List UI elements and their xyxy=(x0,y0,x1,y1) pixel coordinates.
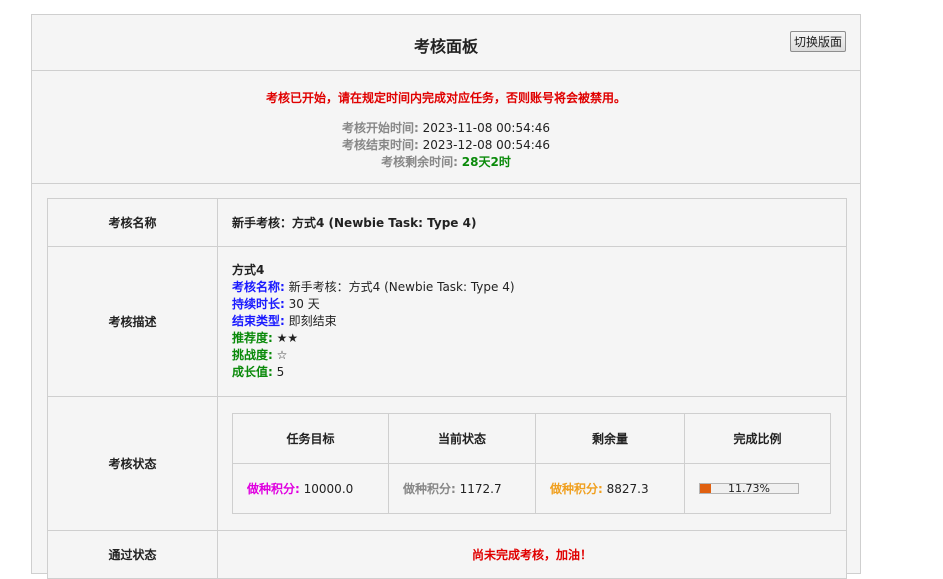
desc-end-type-value: 即刻结束 xyxy=(288,314,337,328)
panel-title: 考核面板 xyxy=(413,37,478,56)
pass-row: 通过状态 尚未完成考核，加油！ xyxy=(47,530,847,579)
status-row: 考核状态 任务目标 当前状态 剩余量 完成比例 做种积分: 10000.0 做种… xyxy=(47,396,847,531)
desc-end-type-line: 结束类型: 即刻结束 xyxy=(232,313,845,330)
assessment-info-table: 考核名称 新手考核：方式4 (Newbie Task: Type 4) 考核描述… xyxy=(47,198,847,579)
desc-name-value: 新手考核：方式4 (Newbie Task: Type 4) xyxy=(288,280,515,294)
desc-growth-value: 5 xyxy=(276,365,285,379)
remaining-cell: 做种积分: 8827.3 xyxy=(535,463,685,514)
desc-recommend-line: 推荐度: ★★ xyxy=(232,330,845,347)
description-row: 考核描述 方式4 考核名称: 新手考核：方式4 (Newbie Task: Ty… xyxy=(47,246,847,397)
remaining-value: 8827.3 xyxy=(606,482,649,496)
name-value: 新手考核：方式4 (Newbie Task: Type 4) xyxy=(232,216,477,230)
status-cell: 任务目标 当前状态 剩余量 完成比例 做种积分: 10000.0 做种积分: 1… xyxy=(217,396,847,531)
status-header-row: 任务目标 当前状态 剩余量 完成比例 xyxy=(232,413,831,464)
desc-name-line: 考核名称: 新手考核：方式4 (Newbie Task: Type 4) xyxy=(232,279,845,296)
target-label: 做种积分: xyxy=(247,482,300,496)
remaining-time-value: 28天2时 xyxy=(461,155,511,169)
desc-duration-label: 持续时长: xyxy=(232,297,285,311)
desc-duration-value: 30 天 xyxy=(288,297,320,311)
target-value: 10000.0 xyxy=(303,482,354,496)
description-key: 考核描述 xyxy=(47,246,218,397)
status-header-ratio: 完成比例 xyxy=(684,413,831,464)
status-data-row: 做种积分: 10000.0 做种积分: 1172.7 做种积分: 8827.3 xyxy=(232,463,831,514)
current-value: 1172.7 xyxy=(459,482,502,496)
remaining-time-label: 考核剩余时间: xyxy=(381,155,458,169)
progress-text: 11.73% xyxy=(728,482,770,495)
ratio-cell: 11.73% xyxy=(684,463,831,514)
status-header-current: 当前状态 xyxy=(388,413,536,464)
description-title: 方式4 xyxy=(232,263,265,277)
desc-recommend-label: 推荐度: xyxy=(232,331,273,345)
remaining-time-row: 考核剩余时间: 28天2时 xyxy=(32,153,860,170)
description-cell: 方式4 考核名称: 新手考核：方式4 (Newbie Task: Type 4)… xyxy=(217,246,847,397)
desc-name-label: 考核名称: xyxy=(232,280,285,294)
progress-bar: 11.73% xyxy=(699,482,799,495)
desc-challenge-line: 挑战度: ☆ xyxy=(232,347,845,364)
end-time-value: 2023-12-08 00:54:46 xyxy=(422,138,551,152)
end-time-row: 考核结束时间: 2023-12-08 00:54:46 xyxy=(32,136,860,153)
desc-duration-line: 持续时长: 30 天 xyxy=(232,296,845,313)
remaining-label: 做种积分: xyxy=(550,482,603,496)
name-row: 考核名称 新手考核：方式4 (Newbie Task: Type 4) xyxy=(47,198,847,247)
pass-value: 尚未完成考核，加油！ xyxy=(217,530,847,579)
desc-growth-label: 成长值: xyxy=(232,365,273,379)
warning-text: 考核已开始，请在规定时间内完成对应任务，否则账号将会被禁用。 xyxy=(265,91,626,105)
desc-challenge-label: 挑战度: xyxy=(232,348,273,362)
panel-header: 考核面板 切换版面 xyxy=(32,15,860,71)
desc-growth-line: 成长值: 5 xyxy=(232,364,845,381)
name-key: 考核名称 xyxy=(47,198,218,247)
name-cell: 新手考核：方式4 (Newbie Task: Type 4) xyxy=(217,198,847,247)
status-key: 考核状态 xyxy=(47,396,218,531)
start-time-label: 考核开始时间: xyxy=(341,121,419,135)
status-header-target: 任务目标 xyxy=(232,413,389,464)
current-cell: 做种积分: 1172.7 xyxy=(388,463,536,514)
desc-recommend-stars: ★★ xyxy=(276,331,299,345)
current-label: 做种积分: xyxy=(403,482,456,496)
assessment-panel: 考核面板 切换版面 考核已开始，请在规定时间内完成对应任务，否则账号将会被禁用。… xyxy=(31,14,861,579)
start-time-row: 考核开始时间: 2023-11-08 00:54:46 xyxy=(32,119,860,136)
notice-section: 考核已开始，请在规定时间内完成对应任务，否则账号将会被禁用。 考核开始时间: 2… xyxy=(32,71,860,184)
status-table: 任务目标 当前状态 剩余量 完成比例 做种积分: 10000.0 做种积分: 1… xyxy=(232,413,831,514)
status-header-remaining: 剩余量 xyxy=(535,413,685,464)
desc-end-type-label: 结束类型: xyxy=(232,314,285,328)
end-time-label: 考核结束时间: xyxy=(341,138,419,152)
start-time-value: 2023-11-08 00:54:46 xyxy=(422,121,551,135)
desc-challenge-stars: ☆ xyxy=(276,348,288,362)
target-cell: 做种积分: 10000.0 xyxy=(232,463,389,514)
switch-layout-button[interactable]: 切换版面 xyxy=(789,31,846,52)
pass-key: 通过状态 xyxy=(47,530,218,579)
